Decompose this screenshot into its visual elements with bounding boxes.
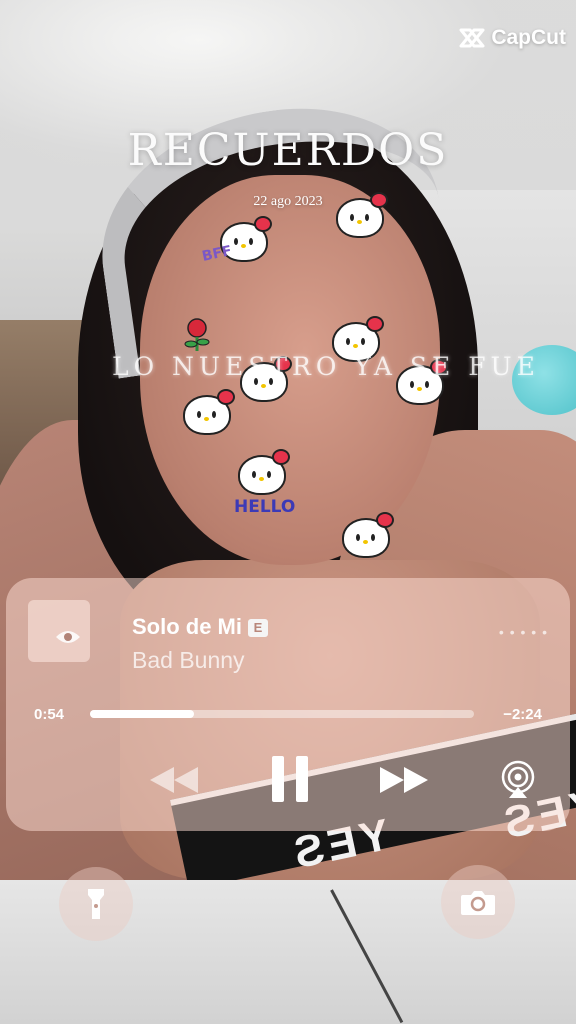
kitty-sticker <box>342 512 394 558</box>
overlay-lyric: LO NUESTRO YA SE FUE <box>112 352 540 381</box>
kitty-sticker <box>183 389 235 435</box>
progress-fill <box>90 710 194 718</box>
eye-icon <box>56 631 80 643</box>
camera-button[interactable] <box>441 865 515 939</box>
flashlight-icon <box>88 889 104 919</box>
progress-slider[interactable] <box>90 710 474 718</box>
more-dots-icon[interactable]: • • • • • <box>499 624 548 640</box>
hello-sticker: HELLO <box>234 497 296 517</box>
kitty-sticker <box>238 449 290 495</box>
flashlight-button[interactable] <box>59 867 133 941</box>
artist-name: Bad Bunny <box>132 647 245 673</box>
rewind-icon[interactable] <box>148 765 200 795</box>
explicit-badge: E <box>248 619 268 637</box>
time-remaining: −2:24 <box>503 706 542 723</box>
song-title-text: Solo de Mi <box>132 614 242 639</box>
capcut-label: CapCut <box>491 26 566 49</box>
pause-icon[interactable] <box>270 754 310 804</box>
now-playing-widget[interactable]: Solo de Mi E Bad Bunny • • • • • 0:54 −2:… <box>6 578 570 831</box>
fast-forward-icon[interactable] <box>378 765 430 795</box>
rose-sticker <box>184 318 210 351</box>
overlay-title: RECUERDOS <box>127 125 449 176</box>
capcut-logo-icon <box>459 28 485 48</box>
song-title: Solo de Mi E <box>132 614 268 640</box>
time-elapsed: 0:54 <box>34 706 65 723</box>
airplay-icon[interactable] <box>498 760 538 800</box>
capcut-watermark: CapCut <box>459 26 566 50</box>
overlay-date: 22 ago 2023 <box>253 194 323 209</box>
camera-icon <box>461 891 495 915</box>
